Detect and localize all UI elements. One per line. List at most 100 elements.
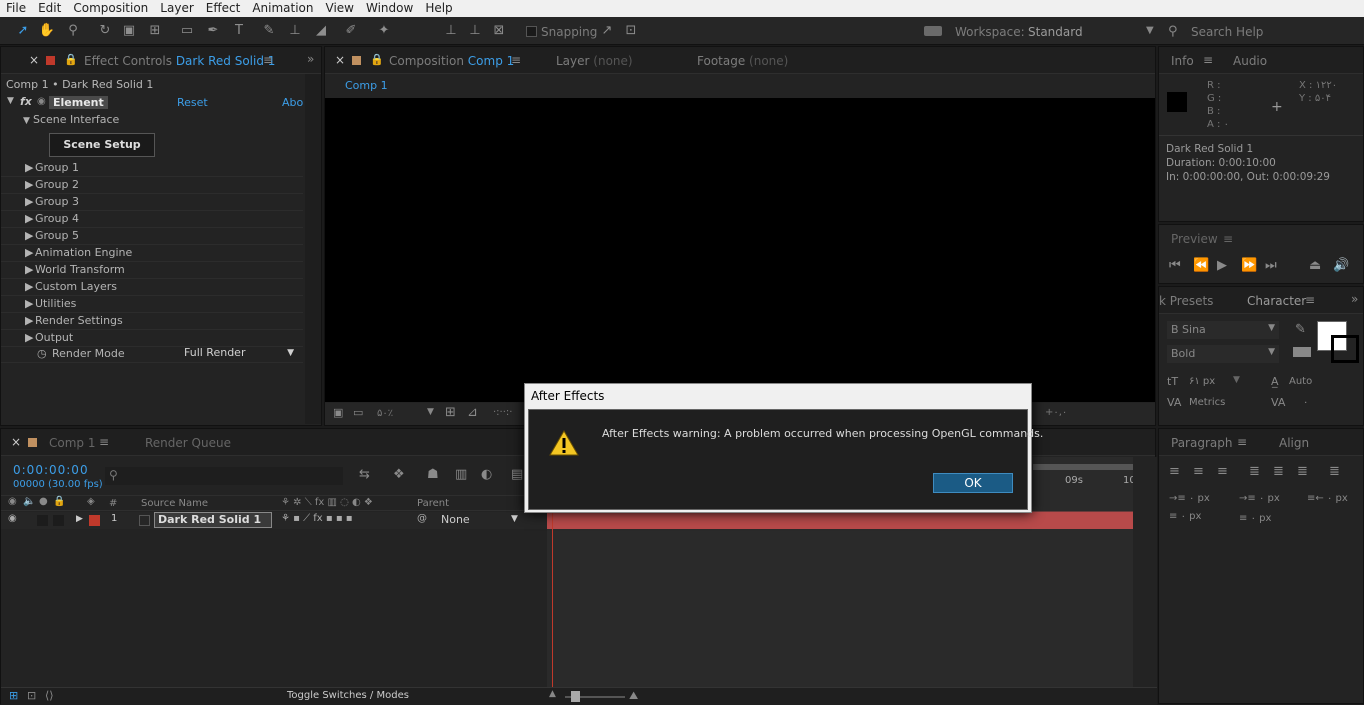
brush-tool-icon[interactable]: ✎	[260, 22, 278, 40]
effect-group-row[interactable]: ▶ Utilities	[1, 296, 303, 313]
character-expand-icon[interactable]: »	[1351, 292, 1358, 306]
draft-3d-icon[interactable]: ❖	[393, 467, 405, 482]
preview-menu-icon[interactable]: ≡	[1223, 232, 1233, 246]
zoom-out-icon[interactable]: ▲	[549, 689, 556, 699]
comp-lock-icon[interactable]: 🔒	[370, 53, 384, 66]
label-icon[interactable]: ◈	[87, 496, 95, 507]
expand-triangle-icon[interactable]: ▶	[25, 160, 33, 176]
panel-menu-icon[interactable]: ≡	[263, 53, 273, 67]
lock-icon[interactable]: 🔒	[64, 53, 78, 66]
layer-visibility-icon[interactable]: ◉	[8, 513, 17, 524]
panel-scrollbar[interactable]	[305, 74, 321, 424]
modes-pane-icon[interactable]: ⊡	[27, 689, 36, 702]
close-tab-icon[interactable]: ×	[29, 53, 39, 67]
space-after[interactable]: ≡ ۰ px	[1239, 513, 1271, 524]
character-menu-icon[interactable]: ≡	[1305, 293, 1315, 307]
justify-right-icon[interactable]: ≣	[1297, 464, 1308, 479]
tab-info[interactable]: Info	[1171, 54, 1194, 68]
menu-window[interactable]: Window	[360, 0, 419, 17]
lock-switch-icon[interactable]: 🔒	[53, 496, 65, 507]
clone-tool-icon[interactable]: ⊥	[286, 22, 304, 40]
collapse-triangle-icon[interactable]: ▼	[7, 96, 14, 106]
layer-switches-pane-icon[interactable]: ⊞	[9, 689, 18, 702]
black-white-swatch[interactable]	[1293, 347, 1311, 357]
expand-panels-icon[interactable]: »	[307, 52, 314, 66]
fit-icon[interactable]: ⊞	[445, 405, 456, 420]
world-axis-icon[interactable]: ⊥	[466, 22, 484, 40]
zoom-dropdown-icon[interactable]: ▼	[427, 407, 434, 417]
play-icon[interactable]: ▶	[1217, 258, 1227, 273]
effect-group-row[interactable]: ▶ Group 2	[1, 177, 303, 194]
timeline-scrollbar[interactable]	[1133, 457, 1157, 705]
frame-blending-icon[interactable]: ▥	[455, 467, 467, 482]
effect-group-row[interactable]: ▶ Group 4	[1, 211, 303, 228]
always-preview-icon[interactable]: ▣	[333, 406, 343, 419]
parent-dropdown-icon[interactable]: ▼	[511, 514, 518, 524]
indent-right[interactable]: ≡← ۰ px	[1307, 493, 1348, 504]
tracking-value[interactable]: ۰	[1303, 397, 1308, 408]
expand-triangle-icon[interactable]: ▶	[25, 296, 33, 312]
zoom-select[interactable]: ۵۰٪	[377, 408, 393, 419]
effect-group-row[interactable]: ▶ Group 3	[1, 194, 303, 211]
ok-button[interactable]: OK	[933, 473, 1013, 493]
comp-menu-icon[interactable]: ≡	[511, 53, 521, 67]
menu-effect[interactable]: Effect	[200, 0, 247, 17]
puppet-tool-icon[interactable]: ✦	[375, 22, 393, 40]
info-menu-icon[interactable]: ≡	[1203, 53, 1213, 67]
next-frame-icon[interactable]: ⏩	[1241, 258, 1257, 273]
rectangle-tool-icon[interactable]: ▭	[178, 22, 196, 40]
text-tool-icon[interactable]: T	[230, 22, 248, 40]
zoom-tool-icon[interactable]: ⚲	[64, 22, 82, 40]
tab-effect-controls[interactable]: Effect Controls Dark Red Solid 1	[84, 54, 275, 68]
space-before[interactable]: ≡ ۰ px	[1169, 511, 1201, 522]
timeline-menu-icon[interactable]: ≡	[99, 435, 109, 449]
expand-triangle-icon[interactable]: ▶	[25, 279, 33, 295]
in-out-pane-icon[interactable]: ⟨⟩	[45, 689, 54, 702]
leading-value[interactable]: Auto	[1289, 376, 1312, 387]
scene-interface-group[interactable]: ▼ Scene Interface	[23, 113, 119, 126]
work-area-bar[interactable]	[1033, 464, 1133, 470]
tab-timeline-comp[interactable]: Comp 1	[49, 436, 95, 450]
comp-viewer[interactable]	[325, 98, 1155, 402]
expand-triangle-icon[interactable]: ▶	[25, 262, 33, 278]
toggle-switches-modes[interactable]: Toggle Switches / Modes	[287, 690, 409, 701]
paragraph-menu-icon[interactable]: ≡	[1237, 435, 1247, 449]
expand-triangle-icon[interactable]: ▶	[25, 211, 33, 227]
reset-link[interactable]: Reset	[177, 96, 208, 109]
indent-first[interactable]: →≡ ۰ px	[1239, 493, 1280, 504]
first-frame-icon[interactable]: ⏮	[1169, 258, 1181, 273]
expand-triangle-icon[interactable]: ▶	[25, 245, 33, 261]
align-center-icon[interactable]: ≡	[1193, 464, 1204, 479]
scene-setup-button[interactable]: Scene Setup	[49, 133, 155, 157]
layer-switches[interactable]: ⚘ ▪ ⟋ fx ▪ ▪ ▪	[281, 513, 353, 524]
fx-icon[interactable]: fx	[20, 95, 32, 108]
tab-align[interactable]: Align	[1279, 436, 1309, 450]
layer-name[interactable]: Dark Red Solid 1	[154, 512, 272, 528]
effect-group-row[interactable]: ▶ World Transform	[1, 262, 303, 279]
prev-frame-icon[interactable]: ⏪	[1193, 258, 1209, 273]
tab-preview[interactable]: Preview	[1171, 232, 1218, 246]
eyedropper-icon[interactable]: ✎	[1295, 322, 1306, 337]
view-axis-icon[interactable]: ⊠	[490, 22, 508, 40]
region-icon[interactable]: ⊿	[467, 405, 478, 420]
font-size-dropdown-icon[interactable]: ▼	[1233, 375, 1240, 385]
audio-icon[interactable]: 🔊	[1333, 258, 1349, 273]
camera-tool-icon[interactable]: ▣	[120, 22, 138, 40]
monitor-icon[interactable]: ▭	[353, 406, 363, 419]
workspace-select[interactable]: Standard	[1028, 25, 1083, 39]
parent-select[interactable]: None	[441, 513, 470, 526]
motion-blur-icon[interactable]: ◐	[481, 467, 492, 482]
graph-editor-icon[interactable]: ▤	[511, 467, 523, 482]
pan-behind-tool-icon[interactable]: ⊞	[146, 22, 164, 40]
zoom-in-icon[interactable]: ⛰	[629, 689, 638, 703]
tab-effects-presets[interactable]: k Presets	[1159, 294, 1213, 308]
layer-solo-toggle[interactable]	[53, 515, 64, 526]
effect-group-row[interactable]: ▶ Custom Layers	[1, 279, 303, 296]
close-timeline-tab-icon[interactable]: ×	[11, 435, 21, 449]
menu-animation[interactable]: Animation	[246, 0, 319, 17]
menu-view[interactable]: View	[320, 0, 360, 17]
menu-composition[interactable]: Composition	[67, 0, 154, 17]
justify-left-icon[interactable]: ≣	[1249, 464, 1260, 479]
workspace-dropdown-icon[interactable]: ▼	[1146, 25, 1154, 36]
layer-expand-icon[interactable]: ▶	[76, 514, 83, 524]
